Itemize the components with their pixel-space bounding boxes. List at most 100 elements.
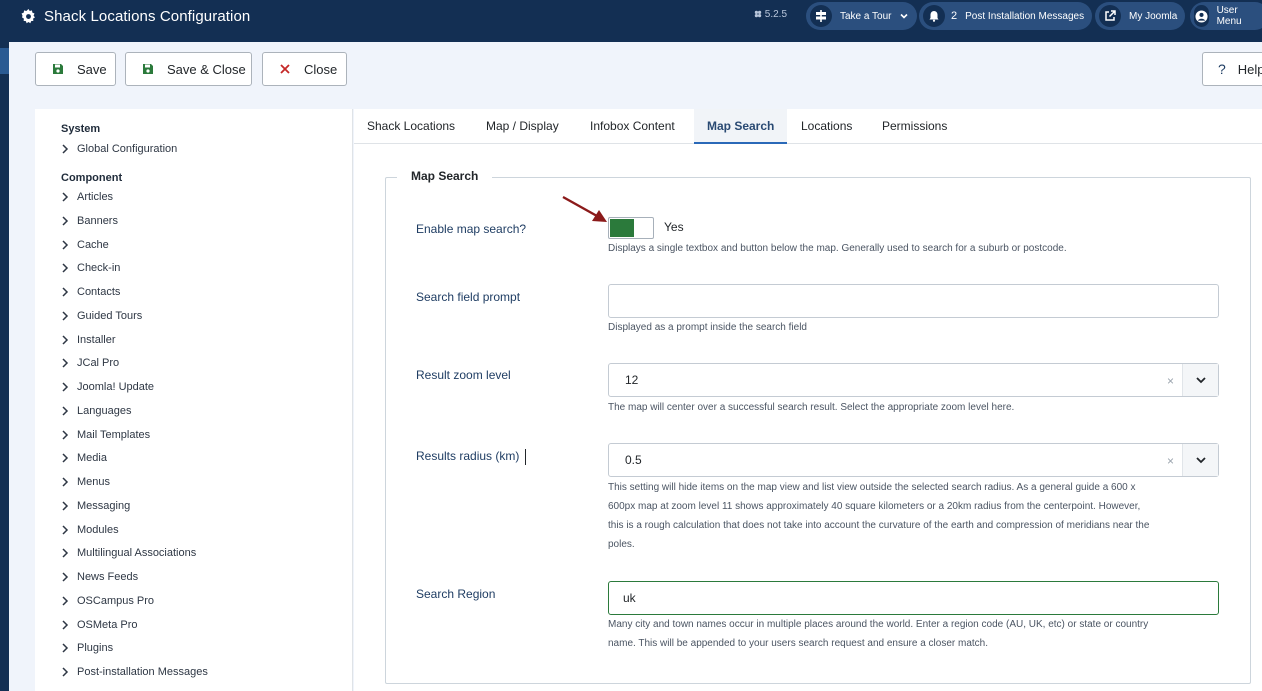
chevron-right-icon (61, 311, 77, 321)
chevron-right-icon (61, 382, 77, 392)
sidebar-item-label: Articles (77, 191, 114, 203)
zoom-selected-value: 12 (625, 373, 639, 387)
toggle-on-state (610, 219, 634, 237)
save-button[interactable]: Save (35, 52, 116, 86)
enable-map-search-desc: Displays a single textbox and button bel… (608, 243, 1067, 254)
version-label: 5.2.5 (754, 9, 787, 20)
chevron-right-icon (61, 144, 77, 154)
sidebar-item-label: Post-installation Messages (77, 666, 208, 678)
search-field-prompt-desc: Displayed as a prompt inside the search … (608, 322, 807, 333)
sidebar-heading-system: System (61, 123, 101, 135)
sidebar-item-label: Mail Templates (77, 428, 151, 441)
sidebar-item[interactable]: Plugins (61, 642, 113, 654)
sidebar-item[interactable]: Banners (61, 215, 118, 227)
tab-permissions[interactable]: Permissions (869, 109, 960, 143)
text-cursor (525, 449, 526, 465)
save-close-label: Save & Close (167, 61, 246, 77)
joomla-logo-icon (754, 10, 762, 18)
results-radius-select[interactable]: 0.5 × (608, 443, 1219, 477)
sidebar-item[interactable]: Cache (61, 239, 109, 251)
sidebar-item-label: News Feeds (77, 571, 139, 583)
sidebar-item[interactable]: Menus (61, 476, 110, 488)
search-region-label: Search Region (416, 587, 496, 601)
search-field-prompt-input[interactable] (608, 284, 1219, 318)
chevron-right-icon (61, 334, 77, 345)
search-region-desc: Many city and town names occur in multip… (608, 615, 1220, 653)
description-line: Many city and town names occur in multip… (608, 619, 1149, 630)
sidebar-item[interactable]: OSMeta Pro (61, 619, 138, 631)
chevron-down-icon[interactable] (1182, 444, 1218, 476)
header-bar: Shack Locations Configuration 5.2.5 Take… (9, 0, 1262, 42)
sidebar-item[interactable]: Languages (61, 405, 131, 417)
chevron-right-icon (61, 572, 77, 582)
search-region-input[interactable]: uk (608, 581, 1219, 615)
chevron-right-icon (61, 287, 77, 297)
chevron-right-icon (61, 477, 77, 487)
left-nav-strip (0, 0, 9, 691)
chevron-right-icon (61, 643, 77, 653)
sidebar-item[interactable]: Post-installation Messages (61, 666, 208, 678)
chevron-down-icon[interactable] (1182, 364, 1218, 396)
sidebar-item[interactable]: Joomla! Update (61, 381, 154, 393)
post-install-messages-button[interactable]: 2 Post Installation Messages (919, 2, 1093, 30)
sidebar-item-label: OSMeta Pro (77, 618, 138, 631)
search-field-prompt-label: Search field prompt (416, 290, 521, 304)
sidebar-item[interactable]: Media (61, 452, 107, 464)
sidebar-item[interactable]: Global Configuration (61, 143, 177, 155)
sidebar-item[interactable]: Check-in (61, 262, 120, 274)
result-zoom-level-desc: The map will center over a successful se… (608, 402, 1015, 413)
sidebar-item[interactable]: Installer (61, 334, 116, 346)
tab-infobox-content[interactable]: Infobox Content (577, 109, 688, 143)
enable-map-search-toggle[interactable] (608, 217, 654, 239)
sidebar-item[interactable]: JCal Pro (61, 357, 119, 369)
chevron-right-icon (61, 216, 77, 226)
chevron-right-icon (61, 524, 77, 535)
chevron-right-icon (61, 548, 77, 558)
chevron-right-icon (61, 596, 77, 606)
fieldset-legend: Map Search (397, 169, 493, 183)
save-icon (51, 63, 65, 75)
sidebar-item-label: Cache (77, 238, 109, 251)
sidebar-item[interactable]: Mail Templates (61, 429, 150, 441)
sidebar-item[interactable]: Multilingual Associations (61, 547, 196, 559)
sidebar-item-label: Media (77, 452, 107, 465)
result-zoom-level-select[interactable]: 12 × (608, 363, 1219, 397)
description-line: this is a rough calculation that does no… (608, 520, 1150, 531)
sidebar-item[interactable]: Guided Tours (61, 310, 142, 322)
sidebar-item[interactable]: Contacts (61, 286, 120, 298)
tab-locations[interactable]: Locations (788, 109, 865, 143)
sidebar-item-label: JCal Pro (77, 357, 120, 370)
sidebar-item[interactable]: Modules (61, 524, 119, 536)
sidebar-item-label: Joomla! Update (77, 381, 155, 393)
chevron-down-icon (899, 13, 908, 19)
sidebar-item-label: OSCampus Pro (77, 594, 155, 607)
description-line: poles. (608, 539, 635, 550)
main-panel: Shack Locations Map / Display Infobox Cont… (354, 109, 1262, 691)
sidebar-item[interactable]: Messaging (61, 500, 130, 512)
clear-icon[interactable]: × (1167, 454, 1174, 468)
sidebar: System Global Configuration Component Ar… (35, 109, 353, 691)
save-close-button[interactable]: Save & Close (125, 52, 252, 86)
sidebar-item[interactable]: News Feeds (61, 571, 138, 583)
chevron-right-icon (61, 239, 77, 250)
sidebar-item-label: Installer (77, 333, 116, 346)
version-text: 5.2.5 (764, 9, 788, 20)
sidebar-item[interactable]: OSCampus Pro (61, 595, 154, 607)
my-joomla-button[interactable]: My Joomla (1095, 2, 1186, 30)
enable-map-search-label: Enable map search? (416, 222, 527, 236)
radius-selected-value: 0.5 (625, 453, 642, 467)
clear-icon[interactable]: × (1167, 374, 1174, 388)
help-button[interactable]: ? Help (1202, 52, 1262, 86)
user-menu-button[interactable]: User Menu (1190, 2, 1262, 30)
sidebar-item-label: Modules (77, 523, 119, 536)
signpost-icon (810, 5, 832, 27)
tab-map-search[interactable]: Map Search (694, 109, 788, 144)
sidebar-item-label: Plugins (77, 642, 114, 655)
bell-icon (923, 5, 945, 27)
tab-map-display[interactable]: Map / Display (473, 109, 572, 143)
tab-shack-locations[interactable]: Shack Locations (354, 109, 468, 143)
sidebar-item[interactable]: Articles (61, 191, 113, 203)
close-button[interactable]: Close (262, 52, 347, 86)
take-tour-button[interactable]: Take a Tour (806, 2, 917, 30)
my-joomla-label: My Joomla (1129, 10, 1178, 22)
